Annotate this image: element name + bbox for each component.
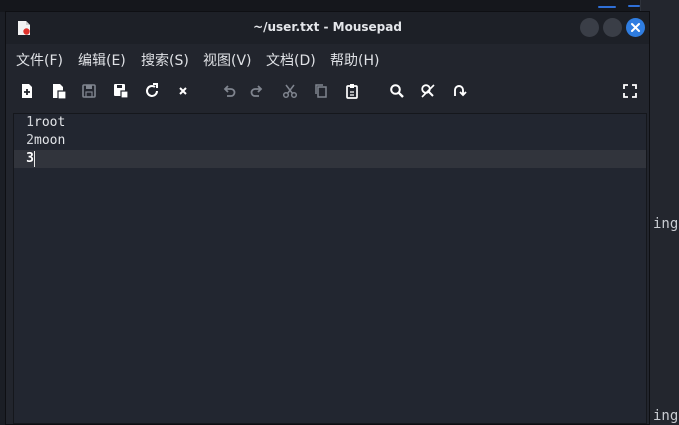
close-tab-icon[interactable]	[173, 81, 193, 101]
title-bar[interactable]: ~/user.txt - Mousepad	[6, 12, 649, 44]
background-text: ing,	[653, 216, 679, 232]
new-file-icon[interactable]	[17, 81, 37, 101]
background-graph-line	[628, 5, 640, 7]
menu-bar: 文件(F) 编辑(E) 搜索(S) 视图(V) 文档(D) 帮助(H)	[6, 44, 649, 72]
line-text[interactable]: root	[34, 114, 65, 132]
undo-icon[interactable]	[219, 81, 239, 101]
cut-icon[interactable]	[280, 81, 300, 101]
line-number: 2	[26, 133, 34, 148]
menu-search[interactable]: 搜索(S)	[141, 50, 189, 70]
maximize-icon[interactable]	[603, 18, 622, 37]
close-icon[interactable]	[626, 18, 645, 37]
find-icon[interactable]	[387, 81, 407, 101]
go-to-line-icon[interactable]	[449, 81, 469, 101]
paste-icon[interactable]	[342, 81, 362, 101]
editor-line[interactable]: 2 moon	[14, 132, 646, 150]
text-cursor	[34, 151, 35, 167]
line-number: 3	[26, 151, 34, 166]
reload-icon[interactable]	[142, 81, 162, 101]
save-as-icon[interactable]	[111, 81, 131, 101]
minimize-icon[interactable]	[580, 18, 599, 37]
toolbar	[6, 74, 649, 108]
background-graph-line	[598, 6, 616, 8]
menu-file[interactable]: 文件(F)	[16, 50, 63, 70]
line-text[interactable]: moon	[34, 132, 65, 150]
background-text: ing,	[653, 408, 679, 424]
redo-icon[interactable]	[247, 81, 267, 101]
fullscreen-icon[interactable]	[620, 81, 640, 101]
find-replace-icon[interactable]	[418, 81, 438, 101]
editor-line[interactable]: 1 root	[14, 114, 646, 132]
editor-line-current[interactable]: 3	[14, 150, 646, 168]
menu-edit[interactable]: 编辑(E)	[78, 50, 126, 70]
mousepad-window: ~/user.txt - Mousepad 文件(F) 编辑(E) 搜索(S) …	[5, 11, 650, 425]
new-window-icon[interactable]	[49, 81, 69, 101]
menu-help[interactable]: 帮助(H)	[330, 50, 379, 70]
desktop: ing, ing, ~/user.txt - Mousepad 文件(F)	[0, 0, 679, 425]
text-editor[interactable]: 1 root 2 moon 3	[13, 113, 647, 424]
menu-view[interactable]: 视图(V)	[203, 50, 252, 70]
copy-icon[interactable]	[311, 81, 331, 101]
line-number: 1	[26, 115, 34, 130]
save-icon[interactable]	[79, 81, 99, 101]
window-title: ~/user.txt - Mousepad	[253, 20, 402, 34]
menu-document[interactable]: 文档(D)	[266, 50, 316, 70]
